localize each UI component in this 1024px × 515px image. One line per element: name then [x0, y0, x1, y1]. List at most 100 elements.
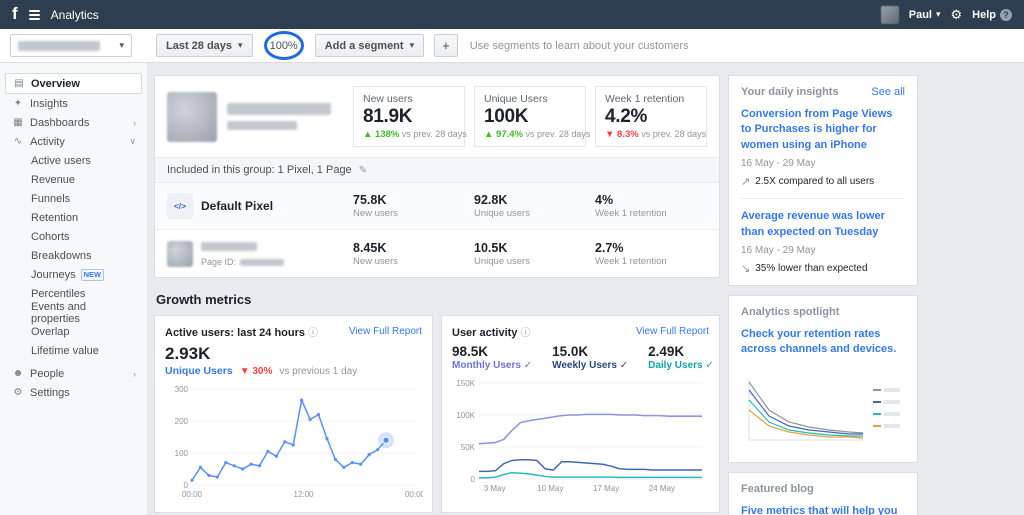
sidebar-item-lifetime-value[interactable]: Lifetime value — [5, 341, 142, 360]
featured-blog-link[interactable]: Five metrics that will help you measure … — [741, 504, 905, 515]
settings-gear-icon[interactable]: ⚙ — [951, 7, 963, 23]
spotlight-link[interactable]: Check your retention rates across channe… — [741, 327, 905, 358]
svg-text:50K: 50K — [461, 443, 476, 452]
main-content: New users 81.9K ▲ 138% vs prev. 28 days … — [154, 75, 720, 513]
help-menu[interactable]: Help ? — [972, 9, 1012, 21]
sidebar-item-journeys[interactable]: Journeys NEW — [5, 265, 142, 284]
insight-title[interactable]: Average revenue was lower than expected … — [741, 209, 905, 240]
metric-change: ▼ 8.3% vs prev. 28 days — [605, 129, 697, 140]
metric-value: 81.9K — [363, 106, 455, 128]
card-title: Featured blog — [741, 483, 814, 495]
sidebar-item-cohorts[interactable]: Cohorts — [5, 227, 142, 246]
metric-change: ▲ 138% vs prev. 28 days — [363, 129, 455, 140]
insight-date: 16 May - 29 May — [741, 245, 905, 256]
sidebar-item-overview[interactable]: ▤ Overview — [5, 73, 142, 94]
user-activity-chart: 050K100K150K3 May10 May17 May24 May — [451, 375, 710, 495]
people-icon: ☻ — [11, 368, 25, 379]
sidebar-item-people[interactable]: ☻ People › — [5, 364, 142, 383]
table-row-default-pixel[interactable]: </> Default Pixel 75.8K New users 92.8K … — [155, 183, 719, 229]
up-arrow-icon: ▲ — [363, 129, 372, 140]
sidebar-item-label: Lifetime value — [31, 345, 99, 357]
metric-value: 4.2% — [605, 106, 697, 128]
sidebar-item-active-users[interactable]: Active users — [5, 151, 142, 170]
card-title: Analytics spotlight — [741, 306, 839, 318]
check-icon: ✓ — [705, 360, 713, 371]
app-title: Analytics — [51, 8, 99, 22]
svg-text:100: 100 — [175, 449, 189, 458]
sidebar-item-overlap[interactable]: Overlap — [5, 322, 142, 341]
insight-title[interactable]: Conversion from Page Views to Purchases … — [741, 107, 905, 153]
sidebar-item-insights[interactable]: ✦ Insights — [5, 94, 142, 113]
metric-new-users: New users 81.9K ▲ 138% vs prev. 28 days — [353, 86, 465, 147]
chevron-right-icon: › — [133, 118, 136, 128]
sidebar-item-events-and-properties[interactable]: Events and properties — [5, 303, 142, 322]
cell-new-users: 8.45K New users — [353, 241, 465, 267]
facebook-logo-icon[interactable]: f — [12, 5, 18, 22]
weekly-users-metric[interactable]: 15.0K Weekly Users ✓ — [552, 344, 628, 371]
right-column: Your daily insights See all Conversion f… — [728, 75, 918, 515]
svg-text:0: 0 — [471, 475, 476, 484]
trend-up-icon: ↗ — [741, 175, 750, 188]
up-arrow-icon: ▲ — [484, 129, 493, 140]
sidebar-item-revenue[interactable]: Revenue — [5, 170, 142, 189]
svg-text:24 May: 24 May — [649, 484, 675, 493]
active-users-chart: 010020030000:0012:0000:00 — [164, 381, 423, 501]
metric-week1-retention: Week 1 retention 4.2% ▼ 8.3% vs prev. 28… — [595, 86, 707, 147]
zoom-level[interactable]: 100% — [264, 31, 304, 60]
chevron-down-icon: ∨ — [129, 136, 136, 147]
group-overview-card: New users 81.9K ▲ 138% vs prev. 28 days … — [154, 75, 720, 278]
metric-label: New users — [363, 93, 455, 105]
page-avatar — [167, 241, 193, 267]
sidebar-item-breakdowns[interactable]: Breakdowns — [5, 246, 142, 265]
caret-down-icon: ▾ — [410, 40, 415, 51]
view-full-report-link[interactable]: View Full Report — [636, 326, 709, 337]
sidebar-item-label: Breakdowns — [31, 250, 92, 262]
sidebar-item-label: People — [30, 368, 64, 380]
user-menu[interactable]: Paul ▾ — [909, 9, 941, 21]
analytics-spotlight-card: Analytics spotlight Check your retention… — [728, 295, 918, 463]
info-icon[interactable]: ⓘ — [520, 328, 530, 339]
help-icon: ? — [1000, 9, 1012, 21]
sidebar-item-dashboards[interactable]: ▦ Dashboards › — [5, 113, 142, 132]
sidebar-item-settings[interactable]: ⚙ Settings — [5, 383, 142, 402]
entity-name: Default Pixel — [201, 199, 273, 213]
see-all-link[interactable]: See all — [871, 86, 905, 98]
sidebar-item-label: Revenue — [31, 174, 75, 186]
check-icon: ✓ — [620, 360, 628, 371]
user-avatar[interactable] — [881, 6, 899, 24]
card-title: Your daily insights — [741, 86, 839, 98]
view-full-report-link[interactable]: View Full Report — [349, 326, 422, 337]
toolbar: ▾ Last 28 days ▾ 100% Add a segment ▾ + … — [0, 29, 1024, 63]
entity-selector-dropdown[interactable]: ▾ — [10, 34, 132, 57]
sidebar-item-label: Journeys — [31, 269, 76, 281]
included-in-group-note: Included in this group: 1 Pixel, 1 Page … — [155, 157, 719, 183]
menu-icon[interactable] — [29, 8, 40, 22]
sidebar-item-retention[interactable]: Retention — [5, 208, 142, 227]
date-range-button[interactable]: Last 28 days ▾ — [156, 34, 253, 57]
add-button[interactable]: + — [434, 34, 458, 57]
daily-insights-card: Your daily insights See all Conversion f… — [728, 75, 918, 286]
info-icon[interactable]: ⓘ — [308, 328, 318, 339]
edit-pencil-icon[interactable]: ✎ — [359, 165, 367, 176]
zoom-value: 100% — [270, 40, 298, 52]
cell-unique-users: 92.8K Unique users — [474, 193, 586, 219]
add-segment-button[interactable]: Add a segment ▾ — [315, 34, 424, 57]
sidebar-item-funnels[interactable]: Funnels — [5, 189, 142, 208]
table-row-page[interactable]: Page ID: 8.45K New users 10.5K Unique us… — [155, 229, 719, 277]
sidebar-item-label: Dashboards — [30, 117, 89, 129]
cell-week1-retention: 4% Week 1 retention — [595, 193, 707, 219]
sidebar-item-label: Cohorts — [31, 231, 70, 243]
check-icon: ✓ — [524, 360, 532, 371]
top-navigation-bar: f Analytics Paul ▾ ⚙ Help ? — [0, 0, 1024, 29]
facebook-analytics-app: f Analytics Paul ▾ ⚙ Help ? ▾ Last 28 da… — [0, 0, 1024, 515]
sidebar-item-activity[interactable]: ∿ Activity ∨ — [5, 132, 142, 151]
metric-change: ▲ 97.4% vs prev. 28 days — [484, 129, 576, 140]
dashboards-icon: ▦ — [11, 117, 25, 128]
monthly-users-metric[interactable]: 98.5K Monthly Users ✓ — [452, 344, 532, 371]
growth-metrics-heading: Growth metrics — [156, 292, 720, 307]
active-users-label: Unique Users — [165, 365, 233, 377]
daily-users-metric[interactable]: 2.49K Daily Users ✓ — [648, 344, 714, 371]
blurred-group-name — [227, 103, 331, 130]
metric-unique-users: Unique Users 100K ▲ 97.4% vs prev. 28 da… — [474, 86, 586, 147]
active-users-value: 2.93K — [165, 344, 422, 364]
